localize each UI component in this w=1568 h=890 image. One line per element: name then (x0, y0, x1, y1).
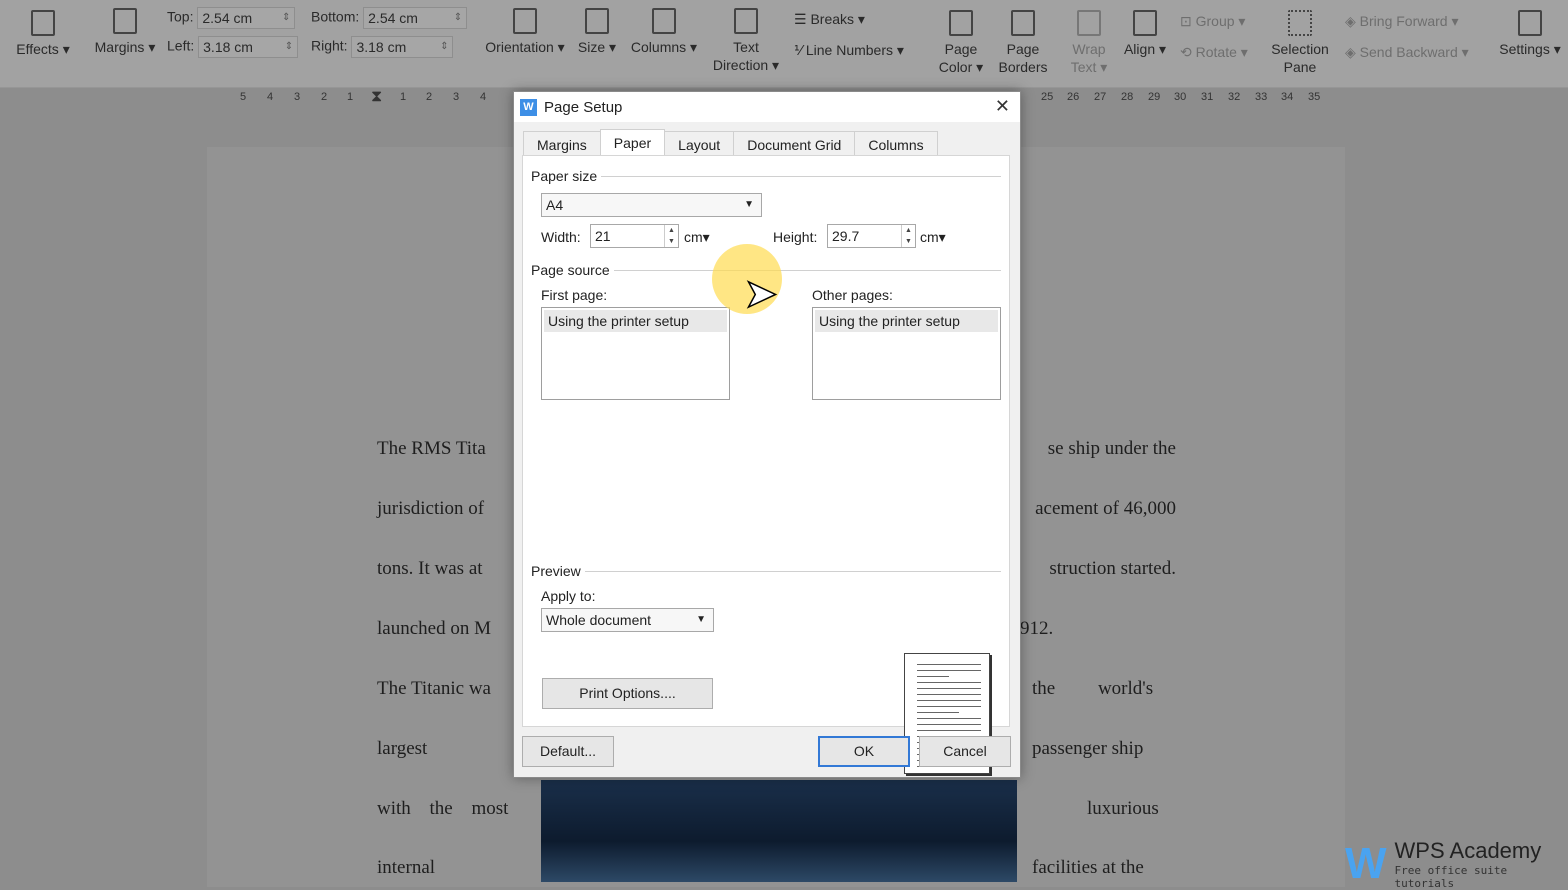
bring-forward-icon: ◈ (1345, 13, 1356, 29)
bottom-margin-field[interactable]: Bottom: 2.54 cm (311, 7, 468, 29)
settings-button[interactable]: Settings ▾ (1497, 10, 1563, 58)
close-icon[interactable]: ✕ (995, 96, 1010, 117)
doc-text: tons. It was at (377, 558, 483, 579)
doc-text: struction started. (1049, 558, 1176, 579)
page-setup-dialog: W Page Setup ✕ Margins Paper Layout Docum… (513, 91, 1021, 778)
breaks-button[interactable]: ☰ Breaks ▾ (794, 10, 865, 28)
size-icon (585, 8, 609, 34)
wrap-text-button[interactable]: Wrap Text ▾ (1066, 10, 1112, 76)
preview-group-label: Preview (531, 563, 1001, 579)
doc-text: se ship under the (1047, 438, 1176, 459)
send-backward-icon: ◈ (1345, 44, 1356, 60)
page-color-icon (949, 10, 973, 36)
margins-icon (113, 8, 137, 34)
doc-text: largest (377, 738, 428, 759)
align-icon (1133, 10, 1157, 36)
list-item[interactable]: Using the printer setup (815, 310, 998, 332)
wps-logo-icon: W (1345, 839, 1387, 888)
print-options-button[interactable]: Print Options.... (542, 678, 713, 709)
left-margin-field[interactable]: Left: 3.18 cm (167, 36, 299, 58)
doc-text: luxurious (1087, 798, 1159, 819)
titanic-image[interactable] (541, 780, 1017, 882)
send-backward-button[interactable]: ◈ Send Backward ▾ (1345, 43, 1469, 61)
width-unit-select[interactable]: cm▾ (684, 229, 710, 246)
doc-text: passenger ship (1032, 738, 1144, 759)
line-numbers-icon: ⅟ (794, 42, 802, 58)
wps-academy-watermark: W WPS Academy Free office suite tutorials (1345, 838, 1542, 890)
ok-button[interactable]: OK (818, 736, 910, 767)
text-direction-button[interactable]: Text Direction ▾ (710, 8, 782, 74)
doc-text: 912. (1020, 618, 1054, 639)
paper-size-group-label: Paper size (531, 168, 1001, 184)
line-numbers-button[interactable]: ⅟ Line Numbers ▾ (794, 41, 904, 59)
top-margin-field[interactable]: Top: 2.54 cm (167, 7, 296, 29)
page-color-button[interactable]: Page Color ▾ (936, 10, 986, 76)
size-button[interactable]: Size ▾ (576, 8, 618, 56)
doc-text: jurisdiction of (377, 498, 485, 519)
indent-marker-icon[interactable]: ⧗ (371, 88, 382, 106)
doc-text: facilities at the (1032, 857, 1144, 878)
dropdown-arrow-icon: ▼ (696, 614, 706, 625)
tab-paper[interactable]: Paper (599, 129, 666, 158)
wps-writer-icon: W (520, 98, 537, 116)
doc-text: the world's (1032, 678, 1154, 699)
settings-icon (1518, 10, 1542, 36)
ribbon-toolbar: Effects ▾ Margins ▾ Top: 2.54 cm Bottom:… (0, 0, 1568, 88)
selection-pane-icon (1288, 10, 1312, 36)
doc-text: The Titanic wa (377, 678, 491, 699)
rotate-icon: ⟲ (1180, 44, 1192, 60)
apply-to-select[interactable]: Whole document ▼ (541, 608, 714, 632)
wrap-text-icon (1077, 10, 1101, 36)
height-unit-select[interactable]: cm▾ (920, 229, 946, 246)
right-margin-field[interactable]: Right: 3.18 cm (311, 36, 454, 58)
doc-text: internal (377, 857, 436, 878)
margins-button[interactable]: Margins ▾ (92, 8, 158, 56)
other-pages-list[interactable]: Using the printer setup (812, 307, 1001, 400)
cancel-button[interactable]: Cancel (919, 736, 1011, 767)
page-borders-icon (1011, 10, 1035, 36)
bring-forward-button[interactable]: ◈ Bring Forward ▾ (1345, 12, 1459, 30)
orientation-button[interactable]: Orientation ▾ (482, 8, 568, 56)
width-input[interactable]: 21 ▲ ▼ (590, 224, 679, 248)
mouse-pointer-icon: ➤ (743, 272, 778, 316)
effects-icon (31, 10, 55, 36)
columns-icon (652, 8, 676, 34)
text-direction-icon (734, 8, 758, 34)
height-spinner[interactable]: ▲ ▼ (901, 225, 915, 247)
dialog-title-bar[interactable]: W Page Setup (514, 92, 1020, 122)
effects-button[interactable]: Effects ▾ (14, 10, 72, 58)
columns-button[interactable]: Columns ▾ (628, 8, 700, 56)
paper-size-select[interactable]: A4 ▼ (541, 193, 762, 217)
dropdown-arrow-icon: ▼ (744, 199, 754, 210)
paper-tab-panel: Paper size A4 ▼ Width: 21 ▲ ▼ cm▾ Height: 2… (522, 155, 1010, 774)
rotate-button[interactable]: ⟲ Rotate ▾ (1180, 43, 1248, 61)
orientation-icon (513, 8, 537, 34)
group-icon: ⊡ (1180, 13, 1192, 29)
selection-pane-button[interactable]: Selection Pane (1268, 10, 1332, 76)
list-item[interactable]: Using the printer setup (544, 310, 727, 332)
doc-text: acement of 46,000 (1035, 498, 1176, 519)
breaks-icon: ☰ (794, 11, 807, 27)
doc-text: with the most (377, 798, 509, 819)
default-button[interactable]: Default... (522, 736, 614, 767)
first-page-list[interactable]: Using the printer setup (541, 307, 730, 400)
align-button[interactable]: Align ▾ (1120, 10, 1170, 58)
group-button[interactable]: ⊡ Group ▾ (1180, 12, 1245, 30)
width-spinner[interactable]: ▲ ▼ (664, 225, 678, 247)
height-input[interactable]: 29.7 ▲ ▼ (827, 224, 916, 248)
doc-text: The RMS Tita (377, 438, 486, 459)
page-borders-button[interactable]: Page Borders (996, 10, 1050, 76)
doc-text: launched on M (377, 618, 491, 639)
